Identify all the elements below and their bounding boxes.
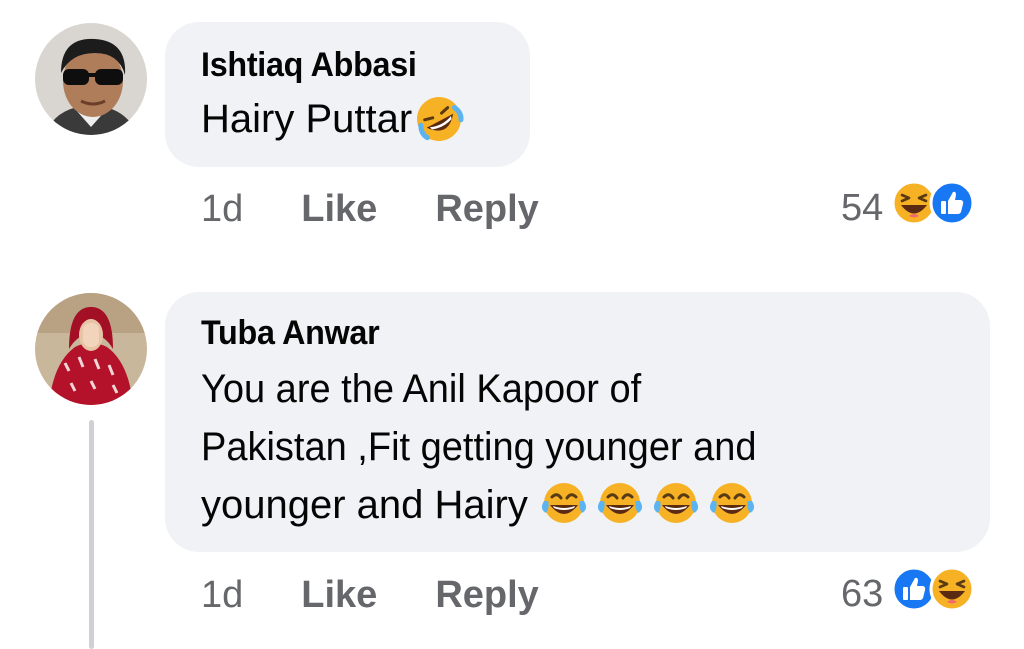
haha-reaction-icon (929, 566, 975, 622)
comment-timestamp[interactable]: 1d (201, 574, 243, 617)
comment-text: Hairy Puttar (201, 97, 413, 141)
reaction-summary[interactable]: 54 (841, 180, 975, 236)
like-reaction-icon (929, 180, 975, 236)
tears-of-joy-emoji (594, 477, 646, 534)
comment-text: younger and Hairy (201, 483, 528, 527)
comment-author[interactable]: Tuba Anwar (201, 316, 951, 350)
tears-of-joy-emoji (538, 477, 590, 534)
comment-timestamp[interactable]: 1d (201, 188, 243, 231)
comment-bubble: Ishtiaq Abbasi Hairy Puttar (165, 22, 530, 167)
comment-actions: 1d Like Reply (201, 570, 539, 620)
tears-of-joy-emoji (706, 477, 758, 534)
like-button[interactable]: Like (301, 574, 377, 617)
reply-button[interactable]: Reply (435, 188, 538, 231)
comment-text: You are the Anil Kapoor of (201, 367, 642, 411)
reaction-summary[interactable]: 63 (841, 566, 975, 622)
comment-text: Pakistan ,Fit getting younger and (201, 425, 757, 469)
comment-author[interactable]: Ishtiaq Abbasi (201, 48, 514, 82)
reaction-count: 63 (841, 572, 884, 615)
avatar[interactable] (35, 23, 147, 135)
tears-of-joy-emoji (650, 477, 702, 534)
thread-line (89, 420, 94, 649)
avatar[interactable] (35, 293, 147, 405)
like-button[interactable]: Like (301, 188, 377, 231)
comment-bubble: Tuba Anwar You are the Anil Kapoor of Pa… (165, 292, 990, 552)
reaction-count: 54 (841, 186, 884, 229)
reply-button[interactable]: Reply (435, 574, 538, 617)
rolling-laughing-emoji (414, 94, 464, 149)
comment-actions: 1d Like Reply (201, 184, 539, 234)
